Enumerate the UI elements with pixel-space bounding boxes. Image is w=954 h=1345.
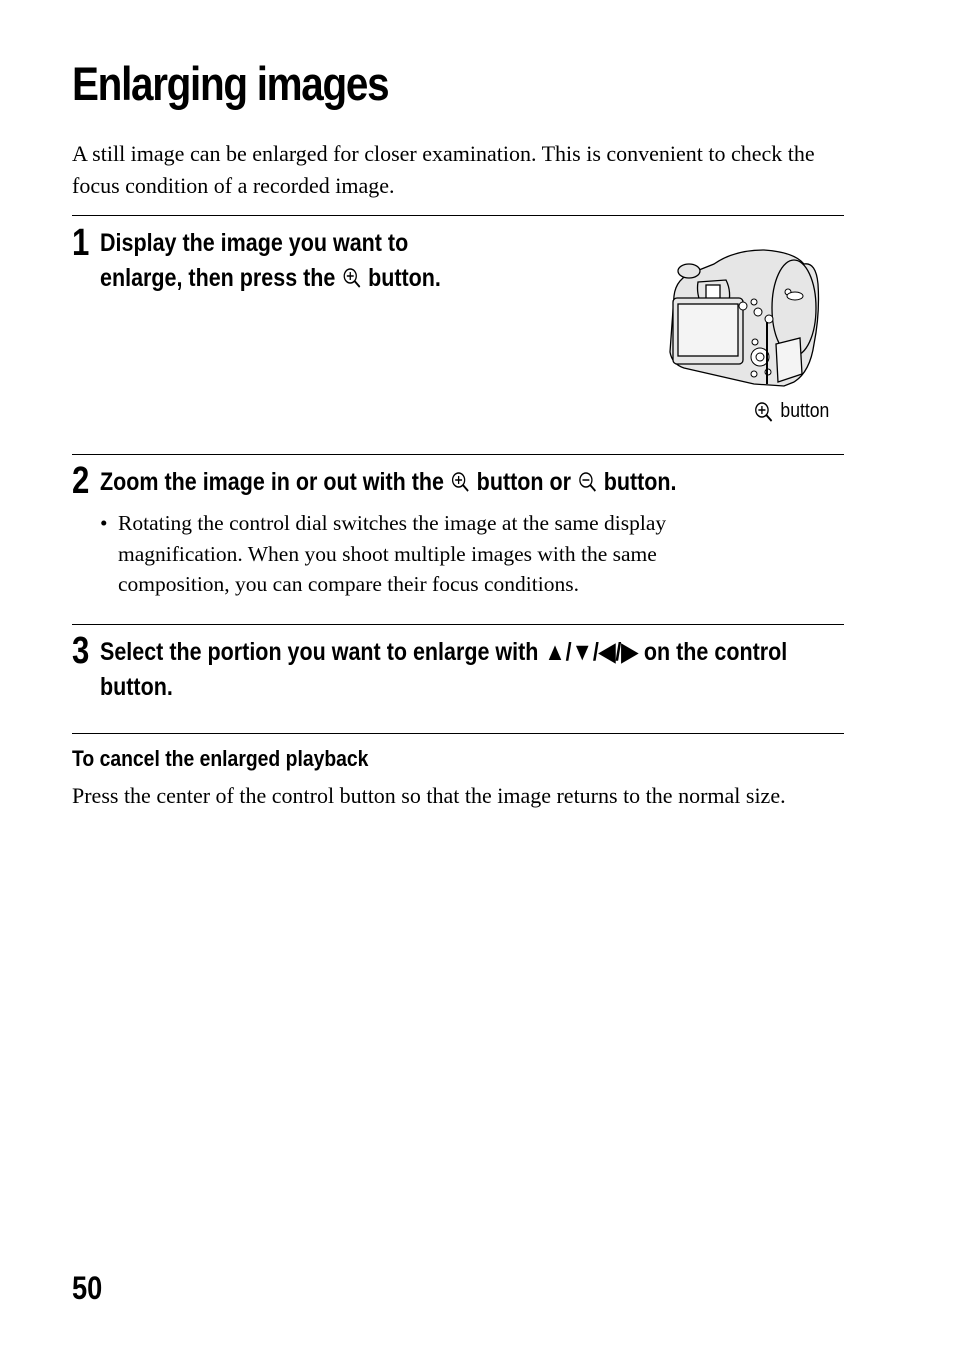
figure-caption-text: button (780, 400, 830, 422)
step-2-note-text: Rotating the control dial switches the i… (118, 511, 667, 596)
cancel-body: Press the center of the control button s… (72, 783, 786, 808)
step-2-text-part2: button or (476, 468, 572, 496)
zoom-in-icon (451, 472, 469, 492)
step-1-text-after: button. (368, 264, 441, 292)
cancel-heading: To cancel the enlarged playback (72, 746, 369, 771)
step-2-text-part1: Zoom the image in or out with the (100, 468, 444, 496)
step-1-text-before: Display the image you want to enlarge, t… (100, 229, 409, 292)
step-number-2: 2 (72, 460, 90, 502)
divider (72, 624, 844, 625)
step-number-3: 3 (72, 630, 90, 672)
figure-caption: button (754, 400, 829, 423)
divider (72, 215, 844, 216)
step-2-text-part3: button. (603, 468, 677, 496)
divider (72, 454, 844, 455)
step-1-text: Display the image you want to enlarge, t… (100, 226, 478, 296)
step-2-note: • Rotating the control dial switches the… (100, 508, 750, 600)
zoom-out-icon (578, 472, 596, 492)
bullet-dot: • (100, 511, 108, 535)
step-3-text: Select the portion you want to enlarge w… (100, 638, 788, 701)
page-title: Enlarging images (72, 57, 390, 110)
zoom-in-icon (343, 268, 361, 288)
intro-paragraph: A still image can be enlarged for closer… (72, 141, 815, 198)
step-number-1: 1 (72, 222, 90, 264)
step-2-text: Zoom the image in or out with the button … (100, 465, 677, 500)
zoom-in-icon (755, 401, 773, 422)
divider (72, 733, 844, 734)
page-number: 50 (72, 1270, 103, 1306)
